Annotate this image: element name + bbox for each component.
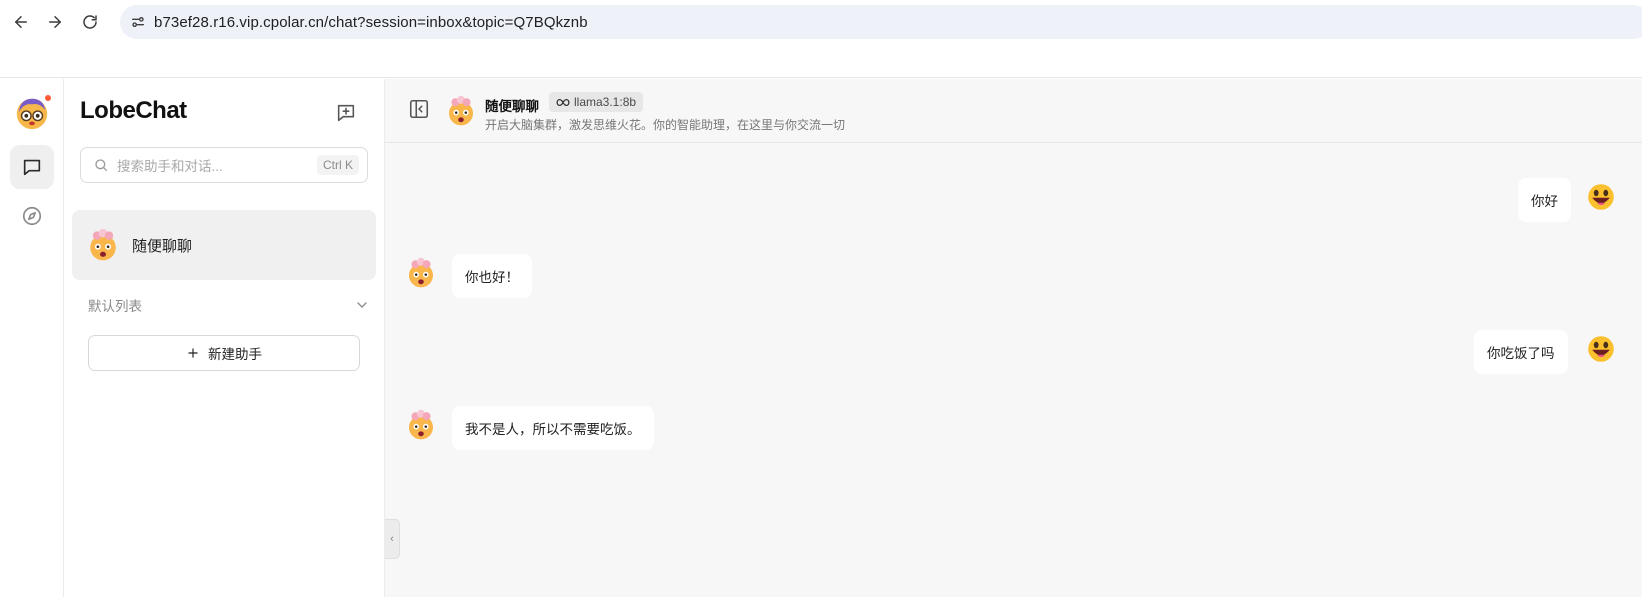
model-tag[interactable]: llama3.1:8b [549, 92, 644, 112]
nav-chat-button[interactable] [10, 145, 54, 189]
session-item[interactable]: 随便聊聊 [72, 210, 376, 280]
arrow-left-icon [15, 16, 27, 28]
lobechat-app: LobeChat 搜索助手和对话... Ctrl K 随便聊聊 默认列表 新建助… [0, 79, 1642, 597]
search-input[interactable]: 搜索助手和对话... Ctrl K [80, 147, 368, 183]
assistant-message: 我不是人，所以不需要吃饭。 [452, 406, 654, 450]
new-assistant-label: 新建助手 [208, 347, 262, 362]
nav-rail [0, 79, 64, 597]
panel-toggle-button[interactable] [407, 97, 431, 121]
panel-toggle-icon [409, 99, 429, 119]
nav-discover-button[interactable] [10, 194, 54, 238]
chat-description: 开启大脑集群，激发思维火花。你的智能助理，在这里与你交流一切 [485, 118, 846, 132]
browser-toolbar: b73ef28.r16.vip.cpolar.cn/chat?session=i… [0, 0, 1642, 78]
sidebar-collapse-handle[interactable]: ‹ [385, 519, 400, 559]
arrow-right-icon [49, 16, 61, 28]
message-text: 你好 [1531, 194, 1558, 209]
user-avatar[interactable] [1585, 181, 1617, 213]
new-chat-icon [337, 104, 355, 122]
chevron-left-icon: ‹ [390, 533, 394, 545]
user-message: 你好 [1518, 178, 1571, 222]
chat-title: 随便聊聊 [485, 99, 539, 114]
chat-panel: 随便聊聊 llama3.1:8b 开启大脑集群，激发思维火花。你的智能助理，在这… [385, 79, 1642, 597]
chat-bubble-icon [23, 159, 41, 176]
group-label: 默认列表 [88, 299, 142, 314]
message-text: 你也好！ [465, 270, 519, 285]
new-topic-button[interactable] [332, 99, 360, 127]
site-settings-icon[interactable] [124, 8, 152, 36]
assistant-avatar [86, 228, 120, 262]
brand-logo: LobeChat [80, 97, 187, 124]
assistant-avatar[interactable] [445, 95, 477, 127]
user-message: 你吃饭了吗 [1474, 330, 1568, 374]
url-text: b73ef28.r16.vip.cpolar.cn/chat?session=i… [154, 13, 588, 31]
reload-button[interactable] [78, 10, 102, 34]
back-button[interactable] [9, 10, 33, 34]
search-shortcut: Ctrl K [317, 155, 359, 175]
notification-dot [44, 94, 52, 102]
default-group-header[interactable]: 默认列表 [88, 292, 370, 318]
reload-icon [83, 15, 97, 29]
model-name: llama3.1:8b [574, 95, 637, 109]
message-text: 你吃饭了吗 [1487, 346, 1555, 361]
compass-icon [22, 206, 42, 226]
new-assistant-button[interactable]: 新建助手 [88, 335, 360, 371]
search-placeholder: 搜索助手和对话... [117, 159, 223, 174]
user-avatar[interactable] [1585, 333, 1617, 365]
session-title: 随便聊聊 [132, 237, 193, 255]
meta-infinity-icon [556, 98, 570, 106]
assistant-message: 你也好！ [452, 254, 532, 298]
address-bar[interactable]: b73ef28.r16.vip.cpolar.cn/chat?session=i… [120, 5, 1642, 39]
assistant-avatar[interactable] [405, 257, 437, 289]
message-text: 我不是人，所以不需要吃饭。 [465, 422, 641, 437]
chat-header: 随便聊聊 llama3.1:8b 开启大脑集群，激发思维火花。你的智能助理，在这… [385, 79, 1642, 143]
chevron-down-icon [357, 302, 367, 308]
session-sidebar: LobeChat 搜索助手和对话... Ctrl K 随便聊聊 默认列表 新建助… [64, 79, 385, 597]
forward-button[interactable] [43, 10, 67, 34]
assistant-avatar[interactable] [405, 409, 437, 441]
plus-icon [188, 348, 198, 358]
search-icon [95, 159, 107, 171]
